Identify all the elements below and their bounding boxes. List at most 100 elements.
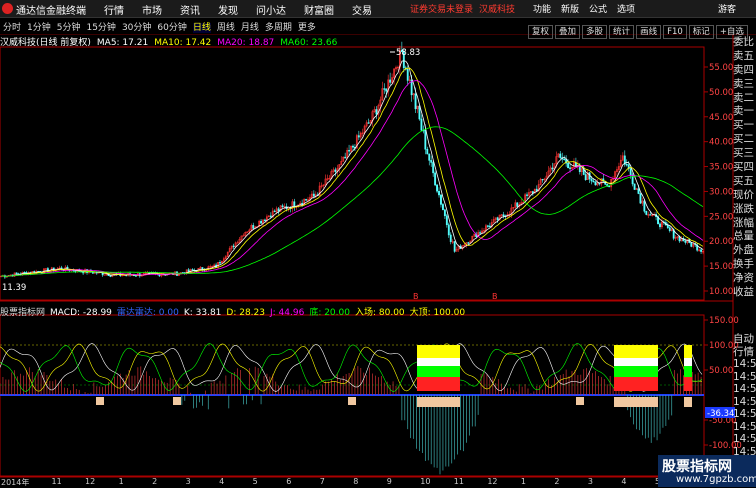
buy-marker: B xyxy=(492,292,498,301)
candle-body xyxy=(334,169,337,172)
macd-histogram xyxy=(0,366,702,475)
quote-time: 14:50 xyxy=(733,370,756,383)
candle-body xyxy=(649,214,652,216)
signal-small xyxy=(173,397,181,405)
time-axis-label: 4 xyxy=(219,477,225,486)
price-axis-label: 40.00 xyxy=(709,138,733,148)
signal-small xyxy=(348,397,356,405)
quote-label: 买二 xyxy=(733,133,754,146)
candle-body xyxy=(252,225,255,229)
price-axis-label: 30.00 xyxy=(709,187,733,197)
candle-body xyxy=(645,210,648,215)
quote-label: 卖五 xyxy=(733,49,754,62)
signal-white xyxy=(684,358,692,366)
candle-body xyxy=(434,172,437,186)
candle-body xyxy=(700,249,703,252)
quote-label: 收益 xyxy=(733,286,754,299)
candle-body xyxy=(551,167,554,170)
indicator-header: 股票指标网 MACD: -28.99 雷达雷达: 0.00 K: 33.81 D: 28… xyxy=(0,305,470,318)
quote-label: 净资 xyxy=(733,272,754,285)
price-axis-label: 55.00 xyxy=(709,63,733,73)
quote-label: 外盘 xyxy=(733,244,754,257)
quote-label: 卖三 xyxy=(733,77,754,90)
candle-body xyxy=(633,183,636,190)
price-axis-label: 15.00 xyxy=(709,262,733,272)
signal-yellow xyxy=(417,345,460,358)
price-axis-label: 35.00 xyxy=(709,163,733,173)
quote-label: 委比 xyxy=(733,36,754,48)
quote-label: 买四 xyxy=(733,161,754,174)
candles xyxy=(0,41,704,279)
candle-body xyxy=(344,156,347,159)
quote-time: 自动 xyxy=(733,333,754,345)
candle-body xyxy=(440,194,442,205)
candle-body xyxy=(684,240,687,243)
di-label: 底: 20.00 xyxy=(309,308,350,318)
time-axis-label: 12 xyxy=(487,477,498,486)
candle-body xyxy=(375,109,378,115)
candle-body xyxy=(479,232,482,234)
candle-body xyxy=(666,224,669,228)
quote-time: 14:50 xyxy=(733,358,756,370)
ma20-label: MA20: 18.87 xyxy=(217,38,275,48)
time-axis-label: 7 xyxy=(319,477,325,486)
candle-body xyxy=(516,202,519,207)
quote-label: 涨跌 xyxy=(733,202,754,215)
candle-body xyxy=(449,234,452,242)
candle-body xyxy=(659,223,661,228)
high-price-label: 58.83 xyxy=(396,48,420,58)
candle-body xyxy=(447,224,450,236)
time-axis-label: 2 xyxy=(554,477,560,486)
kline-chart[interactable]: 55.00 50.00 45.00 40.00 35.00 30.00 25.00 20.00… xyxy=(0,0,756,487)
candle-body xyxy=(608,185,611,188)
time-axis-label: 10 xyxy=(420,477,431,486)
candle-body xyxy=(420,118,423,131)
quote-label: 卖二 xyxy=(733,91,754,104)
dading-label: 大顶: 100.00 xyxy=(409,308,466,318)
candle-body xyxy=(367,122,370,124)
time-axis-label: 4 xyxy=(621,477,627,486)
time-axis-label: 2 xyxy=(152,477,158,486)
candle-body xyxy=(430,160,433,163)
time-axis-label: 1 xyxy=(520,477,526,486)
price-axis-label: 25.00 xyxy=(709,212,733,222)
buy-marker: B xyxy=(413,292,419,301)
indicator-name[interactable]: 股票指标网 xyxy=(0,308,45,318)
macd-label: MACD: -28.99 xyxy=(50,308,112,318)
price-axis-label: 10.00 xyxy=(709,287,733,297)
ma10-label: MA10: 17.42 xyxy=(154,38,212,48)
signal-white xyxy=(614,358,658,366)
candle-body xyxy=(594,181,597,186)
candle-body xyxy=(273,210,276,213)
main-chart-header: 汉威科技(日线 前复权) MA5: 17.21 MA10: 17.42 MA20: 1… xyxy=(0,35,343,48)
candle-body xyxy=(629,168,632,176)
signal-tan xyxy=(684,397,692,407)
ma5-line xyxy=(0,60,704,277)
candle-body xyxy=(625,164,628,166)
ma60-label: MA60: 23.66 xyxy=(280,38,338,48)
candle-body xyxy=(232,245,235,248)
sub-axis-label: 150.00 xyxy=(709,316,739,326)
candle-body xyxy=(281,205,284,207)
candle-body xyxy=(428,153,431,161)
signal-green xyxy=(684,366,692,377)
time-axis-label: 11 xyxy=(51,477,62,486)
candle-body xyxy=(103,274,106,276)
quote-label: 换手 xyxy=(733,258,754,271)
signal-red xyxy=(684,377,692,391)
candle-body xyxy=(23,271,26,274)
time-axis-label: 1 xyxy=(118,477,124,486)
candle-body xyxy=(426,148,429,155)
candle-body xyxy=(348,150,351,152)
candle-body xyxy=(690,242,693,247)
watermark-url: www.7gpzb.com xyxy=(676,474,756,485)
signal-green xyxy=(614,366,658,377)
quote-label: 买五 xyxy=(733,174,754,187)
time-axis-label: 12 xyxy=(85,477,96,486)
candle-body xyxy=(424,130,427,150)
sub-axis-label: 50.00 xyxy=(709,366,733,376)
candle-body xyxy=(418,105,421,120)
candle-body xyxy=(191,269,194,271)
price-axis-label: 20.00 xyxy=(709,237,733,247)
value-tag-label: -36.34 xyxy=(707,409,734,419)
